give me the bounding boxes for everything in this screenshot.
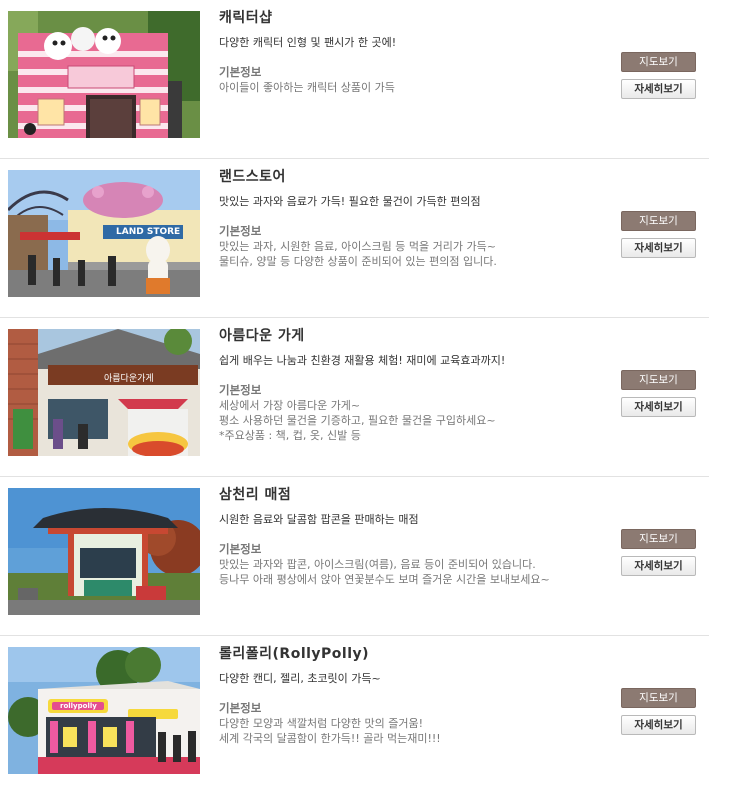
shop-detail-line: 세상에서 가장 아름다운 가게~	[219, 399, 361, 412]
shop-info: 캐릭터샵 다양한 캐릭터 인형 및 팬시가 한 곳에! 기본정보 아이들이 좋아…	[219, 9, 609, 95]
detail-view-button[interactable]: 자세히보기	[621, 79, 696, 99]
shop-description: 다양한 캐릭터 인형 및 팬시가 한 곳에!	[219, 36, 397, 49]
shop-info: 아름다운 가게 쉽게 배우는 나눔과 친환경 재활용 체험! 재미에 교육효과까…	[219, 327, 609, 443]
shop-detail-line: 다양한 모양과 색깔처럼 다양한 맛의 즐거움!	[219, 717, 424, 730]
info-label: 기본정보	[219, 65, 262, 79]
shop-description: 맛있는 과자와 음료가 가득! 필요한 물건이 가득한 편의점	[219, 195, 481, 208]
shop-thumbnail[interactable]	[8, 11, 200, 138]
shop-info: 랜드스토어 맛있는 과자와 음료가 가득! 필요한 물건이 가득한 편의점 기본…	[219, 168, 609, 269]
shop-description: 시원한 음료와 달콤함 팝콘을 판매하는 매점	[219, 513, 419, 526]
shop-thumbnail[interactable]: 아름다운가게	[8, 329, 200, 456]
shop-detail-line: 세계 각국의 달콤함이 한가득!! 골라 먹는재미!!!	[219, 732, 441, 745]
shop-title: 아름다운 가게	[219, 328, 305, 344]
beautiful-store-image	[8, 329, 200, 456]
info-label: 기본정보	[219, 701, 262, 715]
shop-title: 롤리폴리(RollyPolly)	[219, 646, 370, 662]
shop-item: 삼천리 매점 시원한 음료와 달콤함 팝콘을 판매하는 매점 기본정보 맛있는 …	[0, 477, 709, 636]
detail-view-button[interactable]: 자세히보기	[621, 397, 696, 417]
shop-title: 랜드스토어	[219, 169, 286, 185]
shop-detail-line: 물티슈, 양말 등 다양한 상품이 준비되어 있는 편의점 입니다.	[219, 255, 497, 268]
info-label: 기본정보	[219, 383, 262, 397]
map-view-button[interactable]: 지도보기	[621, 688, 696, 708]
detail-view-button[interactable]: 자세히보기	[621, 238, 696, 258]
shop-item: 아름다운가게 아름다운 가게 쉽게 배우는 나눔과 친환경 재활용 체험! 재미…	[0, 318, 709, 477]
character-shop-image	[8, 11, 200, 138]
shop-item: 캐릭터샵 다양한 캐릭터 인형 및 팬시가 한 곳에! 기본정보 아이들이 좋아…	[0, 0, 709, 159]
shop-detail-line: 맛있는 과자와 팝콘, 아이스크림(여름), 음료 등이 준비되어 있습니다.	[219, 558, 536, 571]
shop-thumbnail[interactable]	[8, 488, 200, 615]
shop-detail-line: *주요상품 : 책, 컵, 옷, 신발 등	[219, 429, 361, 442]
store-sign-text: rollypolly	[60, 702, 97, 710]
shop-info: 롤리폴리(RollyPolly) 다양한 캔디, 젤리, 초코릿이 가득~ 기본…	[219, 645, 609, 746]
map-view-button[interactable]: 지도보기	[621, 370, 696, 390]
map-view-button[interactable]: 지도보기	[621, 529, 696, 549]
shop-description: 쉽게 배우는 나눔과 친환경 재활용 체험! 재미에 교육효과까지!	[219, 354, 506, 367]
shop-detail-line: 등나무 아래 평상에서 앉아 연꽃분수도 보며 즐거운 시간을 보내보세요~	[219, 573, 550, 586]
info-label: 기본정보	[219, 542, 262, 556]
store-sign-text: LAND STORE	[116, 227, 181, 237]
shop-item: LAND STORE 랜드스토어 맛있는 과자와 음료가 가득! 필요한 물건이…	[0, 159, 709, 318]
shop-thumbnail[interactable]: LAND STORE	[8, 170, 200, 297]
store-sign-text: 아름다운가게	[104, 374, 154, 384]
shop-title: 캐릭터샵	[219, 10, 273, 26]
shop-detail-line: 맛있는 과자, 시원한 음료, 아이스크림 등 먹을 거리가 가득~	[219, 240, 496, 253]
shop-title: 삼천리 매점	[219, 487, 292, 503]
shop-detail-line: 아이들이 좋아하는 캐릭터 상품이 가득	[219, 81, 395, 94]
shop-description: 다양한 캔디, 젤리, 초코릿이 가득~	[219, 672, 381, 685]
detail-view-button[interactable]: 자세히보기	[621, 715, 696, 735]
shop-detail-line: 평소 사용하던 물건을 기증하고, 필요한 물건을 구입하세요~	[219, 414, 496, 427]
shop-thumbnail[interactable]: rollypolly	[8, 647, 200, 774]
map-view-button[interactable]: 지도보기	[621, 52, 696, 72]
samcheonri-kiosk-image	[8, 488, 200, 615]
map-view-button[interactable]: 지도보기	[621, 211, 696, 231]
info-label: 기본정보	[219, 224, 262, 238]
shop-info: 삼천리 매점 시원한 음료와 달콤함 팝콘을 판매하는 매점 기본정보 맛있는 …	[219, 486, 609, 587]
detail-view-button[interactable]: 자세히보기	[621, 556, 696, 576]
shop-item: rollypolly 롤리폴리(RollyPolly) 다양한 캔디, 젤리, …	[0, 636, 709, 786]
shop-list: 캐릭터샵 다양한 캐릭터 인형 및 팬시가 한 곳에! 기본정보 아이들이 좋아…	[0, 0, 736, 786]
rollypolly-store-image	[8, 647, 200, 774]
